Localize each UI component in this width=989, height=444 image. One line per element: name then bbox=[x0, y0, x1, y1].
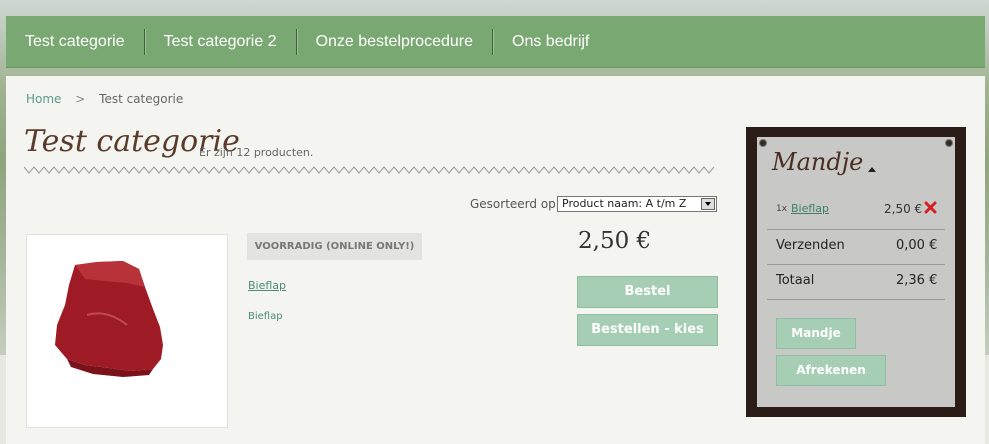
product-name-link[interactable]: Bieflap bbox=[248, 279, 286, 292]
product-image[interactable] bbox=[26, 234, 228, 428]
cart-divider bbox=[767, 264, 945, 265]
nav-item-test-categorie[interactable]: Test categorie bbox=[6, 29, 144, 55]
product-count: Er zijn 12 producten. bbox=[199, 146, 314, 159]
breadcrumb: Home > Test categorie bbox=[26, 92, 183, 106]
meat-icon bbox=[55, 261, 163, 377]
breadcrumb-separator: > bbox=[75, 92, 86, 106]
caret-up-icon[interactable] bbox=[868, 167, 876, 172]
shipping-label: Verzenden bbox=[776, 238, 845, 253]
pin-icon bbox=[945, 139, 953, 147]
cart-divider bbox=[767, 299, 945, 300]
nav-item-bestelprocedure[interactable]: Onze bestelprocedure bbox=[297, 29, 492, 55]
order-button[interactable]: Bestel bbox=[577, 276, 718, 308]
sort-selected-value: Product naam: A t/m Z bbox=[562, 197, 687, 210]
cart-item-link[interactable]: Bieflap bbox=[791, 202, 829, 215]
breadcrumb-current: Test categorie bbox=[99, 92, 184, 106]
total-value: 2,36 € bbox=[896, 273, 938, 288]
main-nav: Test categorie Test categorie 2 Onze bes… bbox=[6, 16, 985, 68]
cart-item-price: 2,50 € bbox=[884, 202, 923, 216]
total-label: Totaal bbox=[776, 273, 815, 288]
stock-badge: VOORRADIG (ONLINE ONLY!) bbox=[247, 233, 422, 260]
chevron-down-icon[interactable] bbox=[701, 198, 715, 210]
pin-icon bbox=[759, 139, 767, 147]
cart-divider bbox=[767, 229, 945, 230]
cart-title: Mandje bbox=[772, 148, 864, 176]
sort-label: Gesorteerd op bbox=[470, 197, 556, 211]
remove-icon[interactable] bbox=[924, 201, 937, 214]
cart-button[interactable]: Mandje bbox=[776, 318, 856, 349]
sort-select[interactable]: Product naam: A t/m Z bbox=[557, 196, 717, 212]
breadcrumb-home-link[interactable]: Home bbox=[26, 92, 61, 106]
product-description: Bieflap bbox=[248, 311, 283, 322]
checkout-button[interactable]: Afrekenen bbox=[776, 355, 886, 386]
order-choose-button[interactable]: Bestellen - kies bbox=[577, 314, 718, 346]
title-divider bbox=[24, 166, 715, 174]
nav-item-ons-bedrijf[interactable]: Ons bedrijf bbox=[493, 29, 608, 55]
nav-item-test-categorie-2[interactable]: Test categorie 2 bbox=[145, 29, 296, 55]
shipping-value: 0,00 € bbox=[896, 238, 938, 253]
cart-item-qty: 1x bbox=[776, 204, 788, 214]
product-price: 2,50 € bbox=[578, 228, 652, 254]
